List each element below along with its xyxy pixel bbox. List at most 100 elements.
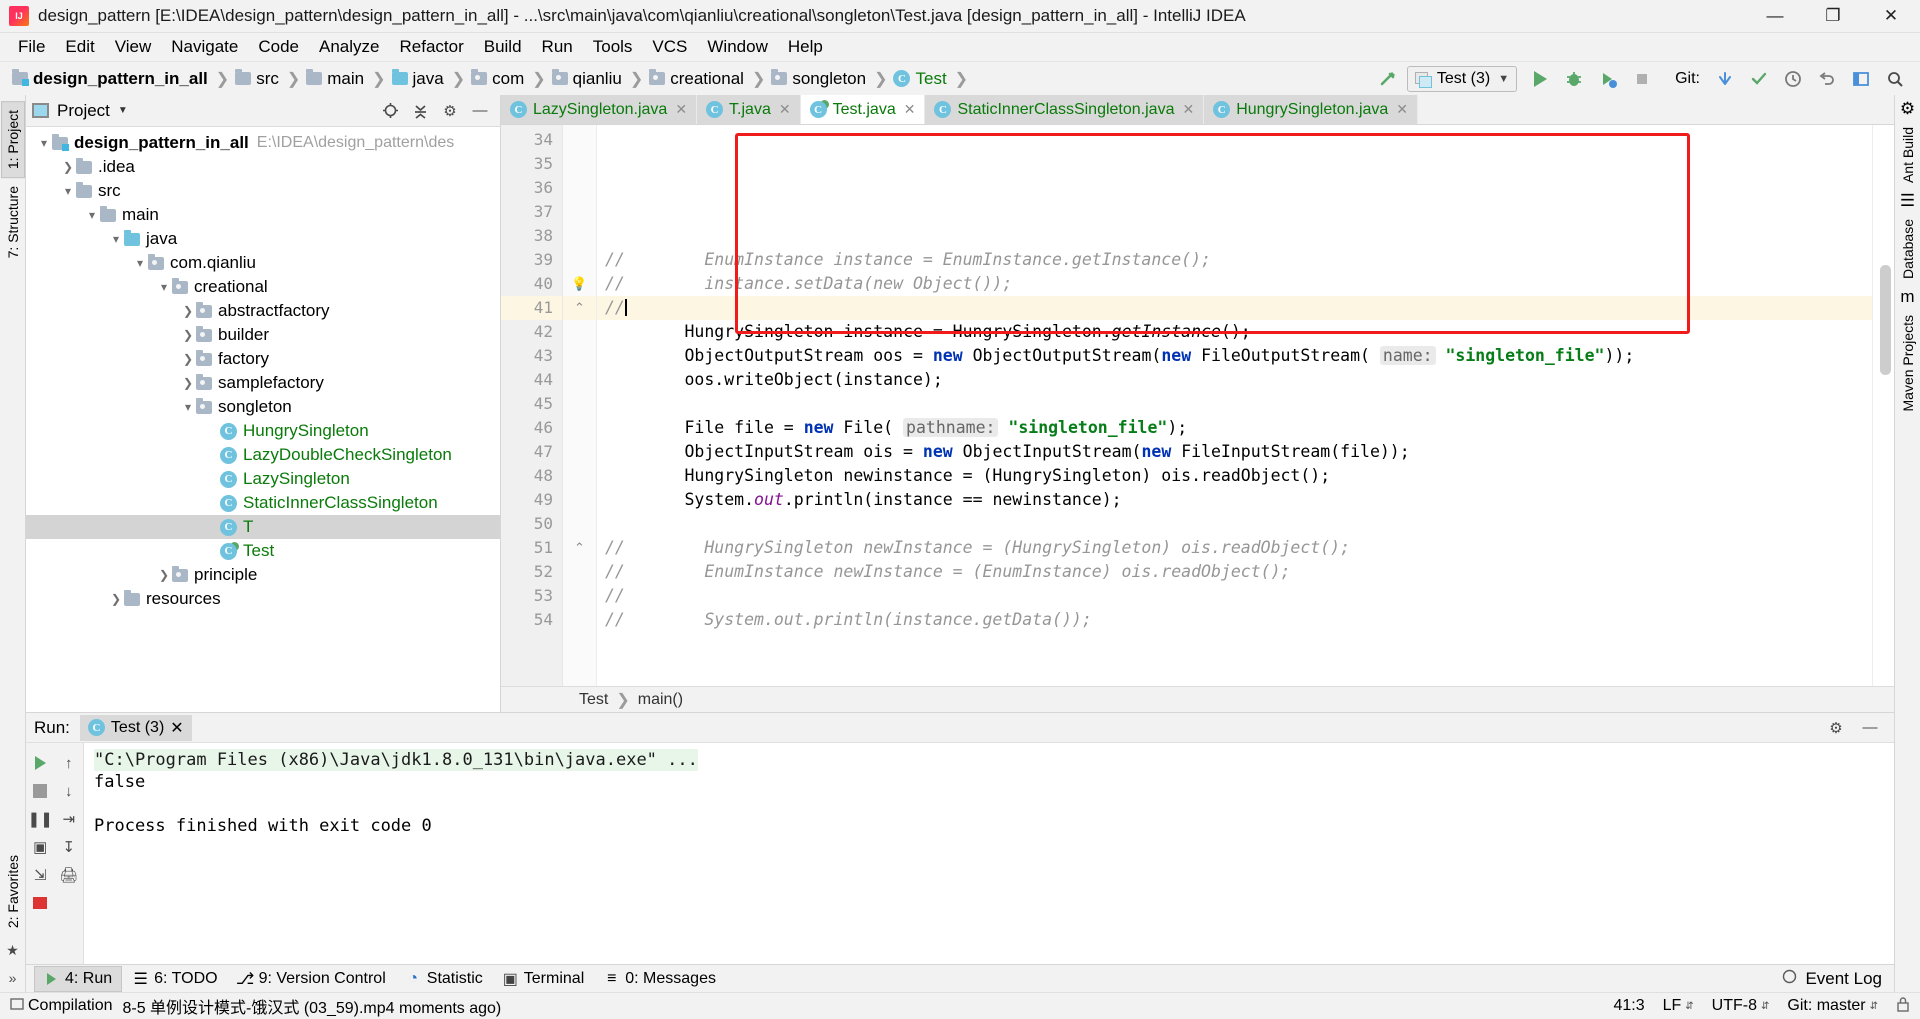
chevron-down-icon[interactable]: ▼ bbox=[118, 105, 128, 116]
menu-navigate[interactable]: Navigate bbox=[161, 34, 248, 60]
print-icon[interactable]: 🖨 bbox=[56, 861, 82, 889]
bottom-tab-6--todo[interactable]: ☰ 6: TODO bbox=[124, 966, 226, 992]
camera-icon[interactable]: ▣ bbox=[27, 833, 53, 861]
editor-tab-hungrysingleton-java[interactable]: C HungrySingleton.java ✕ bbox=[1204, 95, 1419, 124]
close-icon[interactable]: ✕ bbox=[1396, 101, 1408, 118]
sidebar-item-database[interactable]: Database bbox=[1897, 211, 1919, 287]
chevron-right-icon[interactable]: ❯ bbox=[180, 371, 196, 395]
menu-code[interactable]: Code bbox=[248, 34, 309, 60]
code-text[interactable]: // EnumInstance instance = EnumInstance.… bbox=[597, 125, 1872, 686]
menu-tools[interactable]: Tools bbox=[583, 34, 643, 60]
pause-icon[interactable]: ❚❚ bbox=[27, 805, 53, 833]
git-branch-widget[interactable]: Git: master ⇵ bbox=[1787, 997, 1878, 1015]
breadcrumb-item-main[interactable]: main ❯ bbox=[302, 62, 387, 96]
editor-scrollbar-thumb[interactable] bbox=[1880, 265, 1891, 375]
tree-node-com-qianliu[interactable]: ▾ com.qianliu bbox=[26, 251, 500, 275]
close-icon[interactable]: ✕ bbox=[779, 101, 791, 118]
chevron-down-icon[interactable]: ▾ bbox=[156, 275, 172, 299]
editor-tab-t-java[interactable]: C T.java ✕ bbox=[697, 95, 801, 124]
up-icon[interactable]: ↑ bbox=[56, 749, 82, 777]
tree-node-main[interactable]: ▾ main bbox=[26, 203, 500, 227]
tree-node-lazysingleton[interactable]: C LazySingleton bbox=[26, 467, 500, 491]
caret-position[interactable]: 41:3 bbox=[1613, 997, 1644, 1015]
breadcrumb-item-project[interactable]: design_pattern_in_all ❯ bbox=[8, 62, 231, 96]
event-log-label[interactable]: Event Log bbox=[1805, 969, 1882, 989]
gear-icon[interactable]: ⚙ bbox=[1826, 718, 1846, 738]
tree-node-creational[interactable]: ▾ creational bbox=[26, 275, 500, 299]
editor-tab-staticinnerclasssingleton-java[interactable]: C StaticInnerClassSingleton.java ✕ bbox=[925, 95, 1205, 124]
run-configuration-selector[interactable]: Test (3) ▼ bbox=[1406, 65, 1518, 92]
close-icon[interactable]: ✕ bbox=[1182, 101, 1194, 118]
commit-icon[interactable] bbox=[1744, 65, 1774, 93]
bottom-tab-0--messages[interactable]: ≡ 0: Messages bbox=[595, 967, 725, 991]
debug-button[interactable] bbox=[1559, 65, 1589, 93]
tree-node-hungrysingleton[interactable]: C HungrySingleton bbox=[26, 419, 500, 443]
tree-node-factory[interactable]: ❯ factory bbox=[26, 347, 500, 371]
breadcrumb-item-songleton[interactable]: songleton ❯ bbox=[767, 62, 889, 96]
chevron-down-icon[interactable]: ▾ bbox=[180, 395, 196, 419]
scroll-to-end-icon[interactable]: ↧ bbox=[56, 833, 82, 861]
bottom-tab-4--run[interactable]: 4: Run bbox=[34, 965, 123, 992]
project-tree[interactable]: ▾ design_pattern_in_all E:\IDEA\design_pat… bbox=[26, 127, 500, 712]
tree-node-songleton[interactable]: ▾ songleton bbox=[26, 395, 500, 419]
menu-window[interactable]: Window bbox=[697, 34, 777, 60]
menu-view[interactable]: View bbox=[105, 34, 162, 60]
menu-refactor[interactable]: Refactor bbox=[389, 34, 473, 60]
breadcrumb-class[interactable]: Test bbox=[579, 691, 608, 709]
soft-wrap-icon[interactable]: ⇥ bbox=[56, 805, 82, 833]
chevron-right-icon[interactable]: ❯ bbox=[180, 299, 196, 323]
chevron-down-icon[interactable]: ▾ bbox=[36, 131, 52, 155]
collapse-all-icon[interactable] bbox=[410, 101, 430, 121]
editor-marker-strip[interactable] bbox=[1872, 125, 1894, 686]
tree-node-samplefactory[interactable]: ❯ samplefactory bbox=[26, 371, 500, 395]
run-with-coverage-button[interactable] bbox=[1593, 65, 1623, 93]
tree-node-builder[interactable]: ❯ builder bbox=[26, 323, 500, 347]
breadcrumb-item-src[interactable]: src ❯ bbox=[231, 62, 302, 96]
hammer-icon[interactable] bbox=[1373, 65, 1403, 93]
tree-node-resources[interactable]: ❯ resources bbox=[26, 587, 500, 611]
menu-file[interactable]: File bbox=[8, 34, 55, 60]
console-output[interactable]: "C:\Program Files (x86)\Java\jdk1.8.0_13… bbox=[84, 743, 1894, 964]
breadcrumb-item-java[interactable]: java ❯ bbox=[388, 62, 468, 96]
tree-node-principle[interactable]: ❯ principle bbox=[26, 563, 500, 587]
intention-bulb-icon[interactable]: 💡 bbox=[563, 272, 596, 296]
tree-node--idea[interactable]: ❯ .idea bbox=[26, 155, 500, 179]
chevron-down-icon[interactable]: ▾ bbox=[132, 251, 148, 275]
breadcrumb-method[interactable]: main() bbox=[638, 691, 683, 709]
sidebar-item-favorites[interactable]: 2: Favorites bbox=[2, 847, 24, 936]
fold-marker-icon[interactable]: ⌃ bbox=[563, 296, 596, 320]
tree-node-staticinnerclasssingleton[interactable]: C StaticInnerClassSingleton bbox=[26, 491, 500, 515]
breadcrumb-item-com[interactable]: com ❯ bbox=[467, 62, 548, 96]
stop-icon[interactable] bbox=[27, 777, 53, 805]
chevron-right-icon[interactable]: ❯ bbox=[180, 347, 196, 371]
search-everywhere-icon[interactable] bbox=[1880, 65, 1910, 93]
tree-node-src[interactable]: ▾ src bbox=[26, 179, 500, 203]
chevron-down-icon[interactable]: ▾ bbox=[84, 203, 100, 227]
bottom-tab-terminal[interactable]: ▣ Terminal bbox=[494, 966, 593, 992]
breadcrumb-item-creational[interactable]: creational ❯ bbox=[645, 62, 767, 96]
star-icon[interactable]: ★ bbox=[3, 940, 23, 960]
chevron-right-icon[interactable]: ❯ bbox=[108, 587, 124, 611]
tree-node-java[interactable]: ▾ java bbox=[26, 227, 500, 251]
menu-help[interactable]: Help bbox=[778, 34, 833, 60]
tree-node-abstractfactory[interactable]: ❯ abstractfactory bbox=[26, 299, 500, 323]
breadcrumb-item-qianliu[interactable]: qianliu ❯ bbox=[548, 62, 646, 96]
rerun-icon[interactable] bbox=[27, 749, 53, 777]
gear-icon[interactable]: ⚙ bbox=[440, 101, 460, 121]
chevron-down-icon[interactable]: ▾ bbox=[60, 179, 76, 203]
background-task-progress[interactable]: 8-5 单例设计模式-饿汉式 (03_59).mp4 moments ago) bbox=[122, 994, 501, 1018]
code-editor[interactable]: 34 35 36 37 38 39 40 41 42 43 44 45 46 47 48 49 50 51 52 53… bbox=[501, 125, 1894, 686]
menu-build[interactable]: Build bbox=[474, 34, 532, 60]
fold-marker-icon[interactable]: ⌃ bbox=[563, 536, 596, 560]
minimize-button[interactable]: — bbox=[1746, 0, 1804, 33]
line-separator[interactable]: LF ⇵ bbox=[1663, 997, 1694, 1015]
sidebar-item-project[interactable]: 1: Project bbox=[0, 101, 25, 179]
chevron-right-icon[interactable]: ❯ bbox=[156, 563, 172, 587]
history-icon[interactable] bbox=[1778, 65, 1808, 93]
sidebar-item-maven[interactable]: Maven Projects bbox=[1897, 307, 1919, 419]
tree-node-test[interactable]: C Test bbox=[26, 539, 500, 563]
close-icon[interactable]: ✕ bbox=[170, 718, 183, 738]
ant-icon[interactable]: ⚙ bbox=[1900, 99, 1915, 119]
chevron-down-icon[interactable]: ▾ bbox=[108, 227, 124, 251]
bottom-tab-9--version-control[interactable]: ⎇ 9: Version Control bbox=[229, 966, 395, 992]
